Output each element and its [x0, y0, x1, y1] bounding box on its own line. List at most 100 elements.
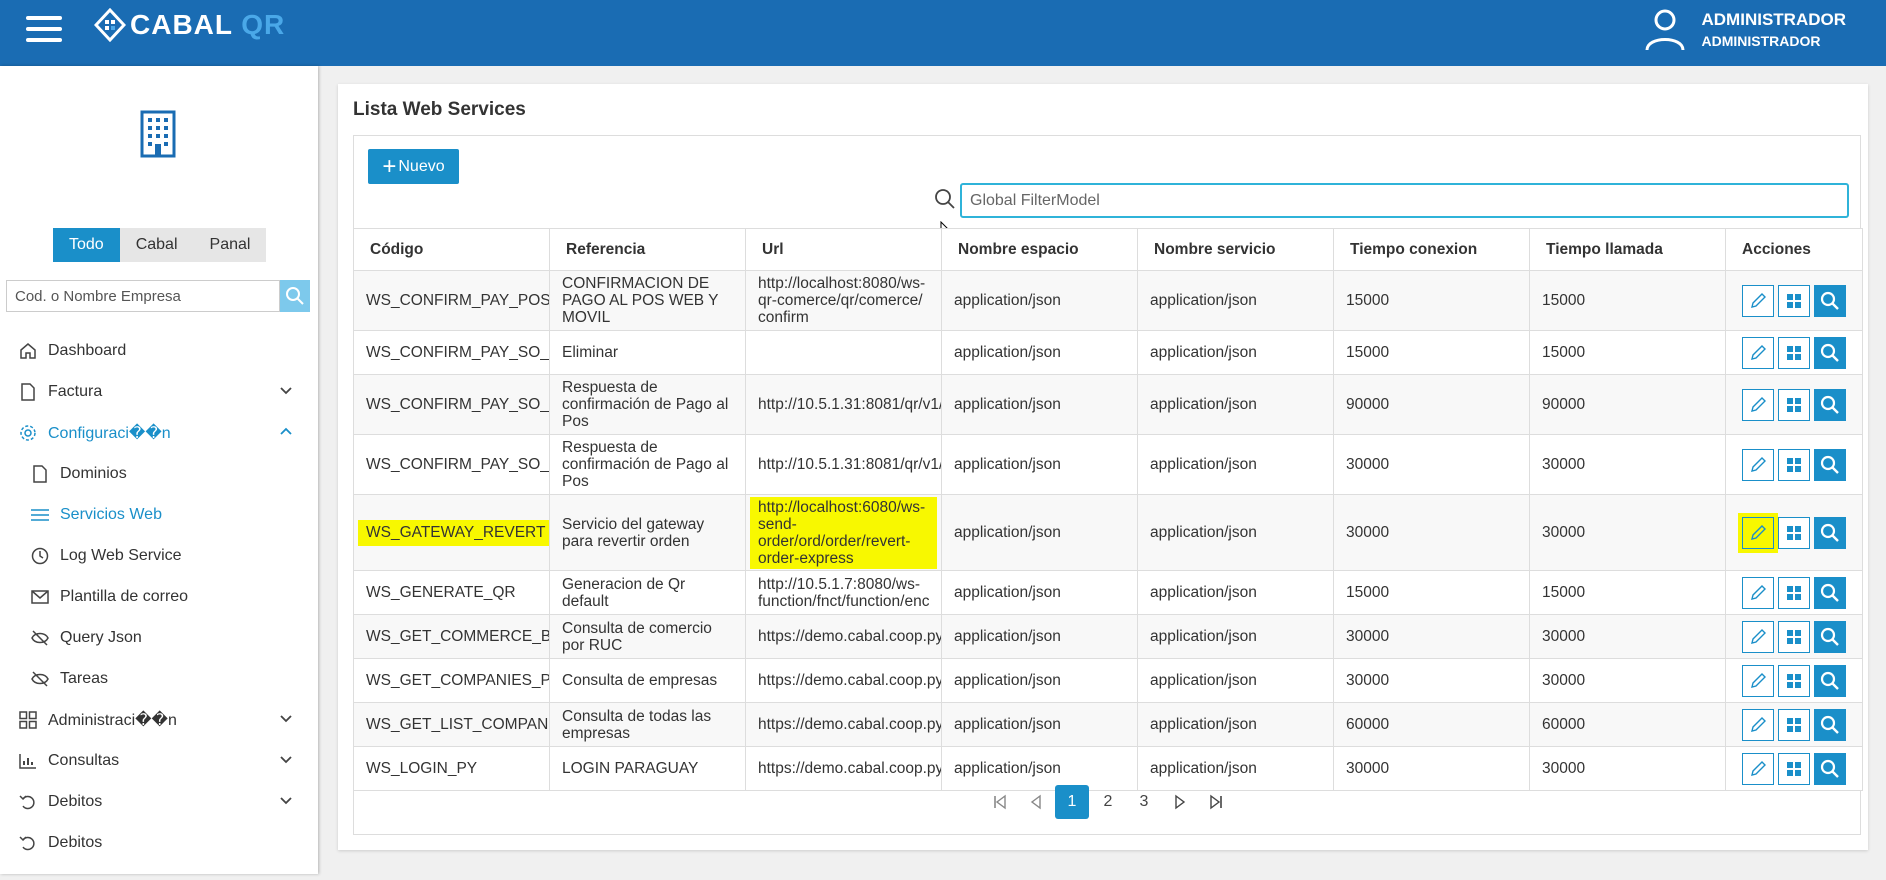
sidebar-item-factura[interactable]: Factura	[0, 371, 318, 412]
view-button[interactable]	[1814, 708, 1846, 741]
sidebar-item-configuracion[interactable]: Configuraci��n	[0, 412, 318, 453]
user-menu[interactable]: ADMINISTRADOR ADMINISTRADOR	[1644, 8, 1846, 52]
next-page-button[interactable]	[1163, 785, 1197, 819]
edit-button[interactable]	[1742, 516, 1774, 549]
cell-codigo: WS_GET_COMPANIES_PY	[353, 658, 550, 703]
edit-button[interactable]	[1742, 336, 1774, 369]
table-row[interactable]: WS_GET_COMMERCE_BY_RConsulta de comercio…	[353, 614, 1863, 659]
last-page-button[interactable]	[1199, 785, 1233, 819]
sidebar-item-dashboard[interactable]: Dashboard	[0, 330, 318, 371]
cell-nombre-servicio: application/json	[1137, 270, 1334, 331]
view-button[interactable]	[1814, 448, 1846, 481]
edit-button[interactable]	[1742, 620, 1774, 653]
cell-url: http://10.5.1.31:8081/qr/v1/c	[745, 434, 942, 495]
sidebar-item-servicios-web[interactable]: Servicios Web	[0, 494, 318, 535]
table-row[interactable]: WS_CONFIRM_PAY_SO_765Respuesta de confir…	[353, 434, 1863, 495]
page-1-button[interactable]: 1	[1055, 785, 1089, 819]
sidebar-item-plantilla-correo[interactable]: Plantilla de correo	[0, 576, 318, 617]
undo-icon	[19, 794, 35, 809]
pencil-icon	[1751, 628, 1766, 644]
company-search-button[interactable]	[280, 280, 310, 312]
cell-nombre-servicio: application/json	[1137, 702, 1334, 747]
column-header-tiempo-conexion[interactable]: Tiempo conexion	[1333, 228, 1530, 271]
sidebar-item-debitos-group[interactable]: Debitos	[0, 781, 318, 822]
web-services-card: Lista Web Services +Nuevo Código Referen…	[338, 84, 1868, 850]
edit-button[interactable]	[1742, 664, 1774, 697]
page-2-button[interactable]: 2	[1091, 785, 1125, 819]
cell-url: http://localhost:6080/ws-send-order/ord/…	[745, 494, 942, 571]
detail-button[interactable]	[1778, 620, 1810, 653]
cell-tiempo-llamada: 30000	[1529, 494, 1726, 571]
view-icon	[1820, 523, 1839, 542]
table-row[interactable]: WS_GENERATE_QR Generacion de Qr default ht…	[353, 570, 1863, 615]
cell-codigo: WS_GET_COMMERCE_BY_R	[353, 614, 550, 659]
cell-url: https://demo.cabal.coop.py	[745, 702, 942, 747]
global-filter-input[interactable]	[960, 183, 1849, 218]
view-button[interactable]	[1814, 576, 1846, 609]
table-row[interactable]: WS_CONFIRM_PAY_POS CONFIRMACION DE PAGO A…	[353, 270, 1863, 331]
detail-button[interactable]	[1778, 664, 1810, 697]
sidebar-item-dominios[interactable]: Dominios	[0, 453, 318, 494]
table-row[interactable]: WS_CONFIRM_PAY_SO_765Respuesta de confir…	[353, 374, 1863, 435]
cell-acciones	[1725, 434, 1863, 495]
detail-button[interactable]	[1778, 708, 1810, 741]
sidebar-item-log-web-service[interactable]: Log Web Service	[0, 535, 318, 576]
table-row[interactable]: WS_CONFIRM_PAY_SO_CalEliminar application…	[353, 330, 1863, 375]
brand-logo[interactable]: CABAL QR	[94, 8, 285, 42]
edit-button[interactable]	[1742, 284, 1774, 317]
filter-tab-cabal[interactable]: Cabal	[119, 228, 194, 262]
detail-button[interactable]	[1778, 336, 1810, 369]
new-button[interactable]: + Nuevo	[368, 149, 459, 184]
detail-button[interactable]	[1778, 284, 1810, 317]
menu-icon[interactable]	[26, 16, 62, 44]
sidebar-item-query-json[interactable]: Query Json	[0, 617, 318, 658]
edit-button[interactable]	[1742, 388, 1774, 421]
view-button[interactable]	[1814, 336, 1846, 369]
view-button[interactable]	[1814, 516, 1846, 549]
table-row[interactable]: WS_GATEWAY_REVERT Servicio del gateway pa…	[353, 494, 1863, 571]
edit-button[interactable]	[1742, 576, 1774, 609]
column-header-referencia[interactable]: Referencia	[549, 228, 746, 271]
column-header-url[interactable]: Url	[745, 228, 942, 271]
column-header-codigo[interactable]: Código	[353, 228, 550, 271]
cell-acciones	[1725, 494, 1863, 571]
table-row[interactable]: WS_GET_COMPANIES_PY Consulta de empresas h…	[353, 658, 1863, 703]
column-header-tiempo-llamada[interactable]: Tiempo llamada	[1529, 228, 1726, 271]
sidebar: Todo Cabal Panal Dashboard Factura Confi…	[0, 66, 318, 874]
prev-page-button[interactable]	[1019, 785, 1053, 819]
edit-button[interactable]	[1742, 752, 1774, 785]
company-filter-tabs: Todo Cabal Panal	[53, 228, 267, 262]
sidebar-item-consultas[interactable]: Consultas	[0, 740, 318, 781]
view-icon	[1820, 395, 1839, 414]
detail-button[interactable]	[1778, 576, 1810, 609]
view-button[interactable]	[1814, 388, 1846, 421]
eye-off-icon	[31, 670, 49, 687]
detail-button[interactable]	[1778, 516, 1810, 549]
column-header-nombre-espacio[interactable]: Nombre espacio	[941, 228, 1138, 271]
eye-off-icon	[31, 629, 49, 646]
detail-button[interactable]	[1778, 752, 1810, 785]
page-3-button[interactable]: 3	[1127, 785, 1161, 819]
detail-button[interactable]	[1778, 388, 1810, 421]
detail-button[interactable]	[1778, 448, 1810, 481]
edit-button[interactable]	[1742, 448, 1774, 481]
column-header-nombre-servicio[interactable]: Nombre servicio	[1137, 228, 1334, 271]
filter-tab-todo[interactable]: Todo	[53, 228, 120, 262]
chevron-down-icon	[280, 756, 292, 764]
view-button[interactable]	[1814, 664, 1846, 697]
filter-tab-panal[interactable]: Panal	[193, 228, 267, 262]
cell-acciones	[1725, 330, 1863, 375]
table-row[interactable]: WS_GET_LIST_COMPANIESConsulta de todas l…	[353, 702, 1863, 747]
sidebar-item-tareas[interactable]: Tareas	[0, 658, 318, 699]
view-icon	[1820, 583, 1839, 602]
view-button[interactable]	[1814, 620, 1846, 653]
view-button[interactable]	[1814, 284, 1846, 317]
sidebar-item-debitos[interactable]: Debitos	[0, 822, 318, 863]
first-page-button[interactable]	[983, 785, 1017, 819]
cell-acciones	[1725, 658, 1863, 703]
edit-button[interactable]	[1742, 708, 1774, 741]
pencil-icon	[1751, 672, 1766, 688]
company-search-input[interactable]	[6, 280, 280, 312]
view-button[interactable]	[1814, 752, 1846, 785]
sidebar-item-administracion[interactable]: Administraci��n	[0, 699, 318, 740]
